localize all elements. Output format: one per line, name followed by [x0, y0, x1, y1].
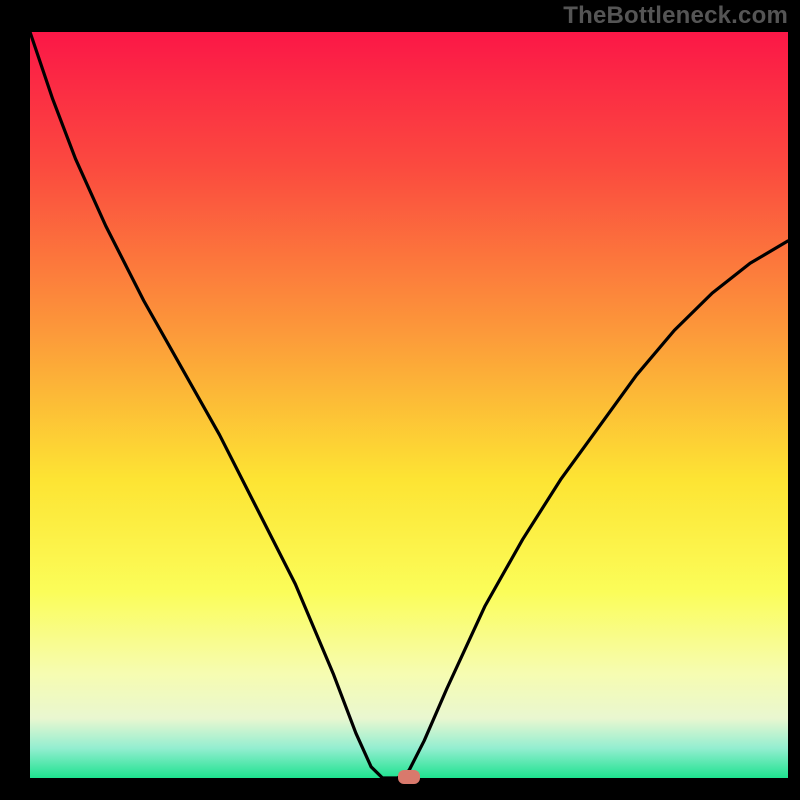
chart-svg	[0, 0, 800, 800]
watermark-text: TheBottleneck.com	[563, 2, 788, 30]
bottleneck-chart: TheBottleneck.com	[0, 0, 800, 800]
plot-background	[30, 32, 788, 778]
optimal-marker	[398, 770, 420, 784]
